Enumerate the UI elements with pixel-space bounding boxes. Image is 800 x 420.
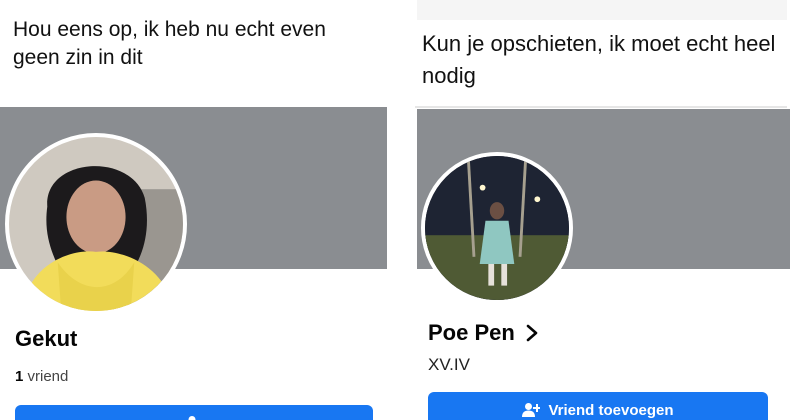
avatar-photo	[9, 137, 183, 311]
friends-count-label: vriend	[27, 368, 69, 385]
profile-avatar[interactable]	[421, 152, 573, 304]
message-top-strip	[417, 0, 787, 20]
avatar-photo	[425, 156, 569, 300]
profile-name-row[interactable]: Poe Pen	[428, 320, 539, 346]
primary-action-button[interactable]	[15, 405, 373, 420]
left-profile-panel: Hou eens op, ik heb nu echt even geen zi…	[0, 0, 400, 420]
right-profile-panel: Kun je opschieten, ik moet echt heel nod…	[409, 0, 800, 420]
profile-subtitle: XV.IV	[428, 355, 470, 374]
profile-avatar[interactable]	[5, 133, 187, 315]
add-friend-label: Vriend toevoegen	[548, 401, 674, 419]
message-text: Hou eens op, ik heb nu echt even geen zi…	[13, 18, 326, 69]
chevron-right-icon[interactable]	[525, 323, 539, 343]
profile-name[interactable]: Gekut	[15, 326, 77, 352]
add-friend-icon	[188, 416, 196, 420]
message-text: Kun je opschieten, ik moet echt heel nod…	[422, 31, 776, 88]
panel-divider	[400, 0, 409, 420]
friends-count-value: 1	[15, 368, 24, 385]
add-friend-icon	[522, 403, 541, 417]
friends-count[interactable]: 1 vriend	[15, 368, 68, 385]
profile-name[interactable]: Poe Pen	[428, 320, 515, 346]
add-friend-button[interactable]: Vriend toevoegen	[428, 392, 768, 420]
